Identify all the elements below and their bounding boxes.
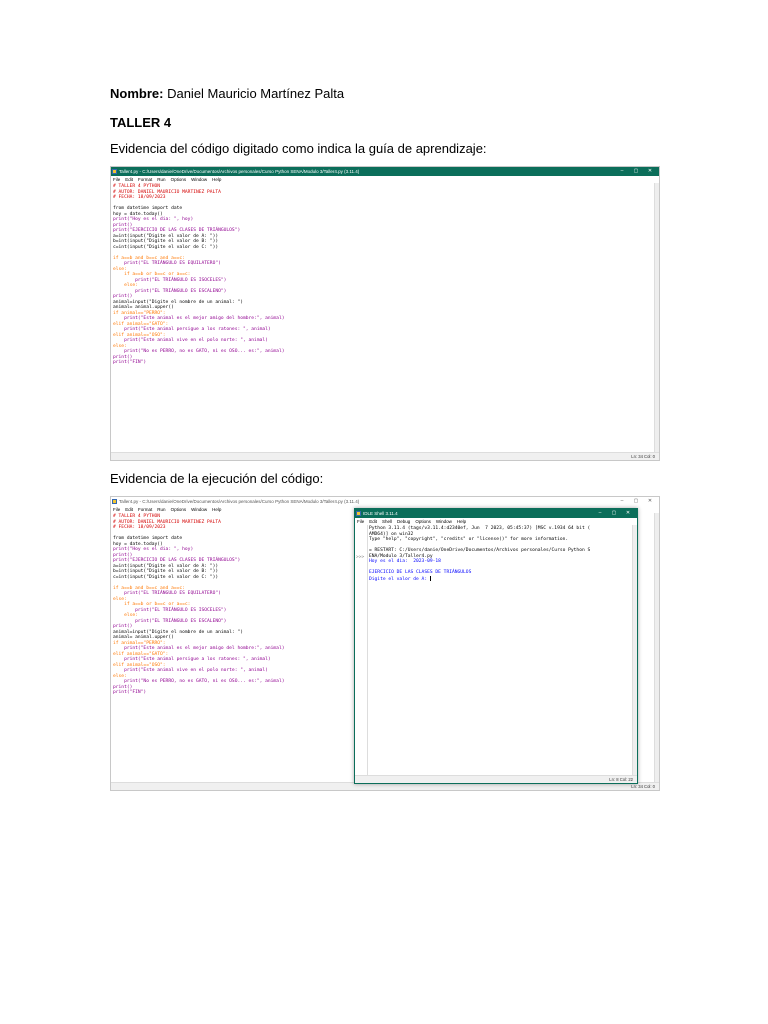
editor-code[interactable]: # TALLER 4 PYTHON # AUTOR: DANIEL MAURICI…	[111, 183, 659, 367]
maximize-button[interactable]: ▢	[607, 509, 621, 518]
editor-menu-file[interactable]: File	[113, 506, 120, 513]
shell-menu-options[interactable]: Options	[415, 518, 431, 525]
editor-menu-format[interactable]: Format	[138, 176, 152, 183]
maximize-button[interactable]: ▢	[629, 167, 643, 176]
editor-menu-options[interactable]: Options	[171, 506, 187, 513]
shell-scrollbar[interactable]	[632, 525, 637, 776]
editor-menu-run[interactable]: Run	[157, 506, 165, 513]
maximize-button[interactable]: ▢	[629, 497, 643, 506]
editor-statusbar: Ln: 34 Col: 0	[111, 452, 659, 460]
shell-line: Digite el valor de A:	[369, 575, 431, 582]
idle-shell-window: IDLE Shell 3.11.4 – ▢ ✕ File Edit Shell Deb…	[354, 508, 638, 784]
text-cursor	[429, 575, 431, 581]
editor-title: Taller4.py - C:/Users/danie/OneDrive/Doc…	[119, 499, 360, 504]
shell-menu-debug[interactable]: Debug	[397, 518, 410, 525]
editor-menu-window[interactable]: Window	[191, 506, 207, 513]
evidence-exec-heading: Evidencia de la ejecución del código:	[110, 471, 324, 486]
editor-screenshot: Taller4.py - C:/Users/danie/OneDrive/Doc…	[110, 166, 660, 461]
shell-titlebar: IDLE Shell 3.11.4 – ▢ ✕	[355, 509, 637, 518]
close-button[interactable]: ✕	[643, 167, 657, 176]
editor-menu-help[interactable]: Help	[212, 506, 221, 513]
shell-menu-edit[interactable]: Edit	[369, 518, 377, 525]
python-file-icon	[112, 169, 117, 174]
minimize-button[interactable]: –	[615, 497, 629, 506]
code-line: print("FIN")	[113, 360, 147, 365]
window-controls: – ▢ ✕	[615, 167, 657, 176]
shell-prompt-gutter: >>>	[355, 525, 368, 776]
shell-menubar: File Edit Shell Debug Options Window Help	[355, 518, 637, 525]
shell-menu-file[interactable]: File	[357, 518, 364, 525]
name-line: Nombre: Daniel Mauricio Martínez Palta	[110, 86, 344, 101]
editor-menu-file[interactable]: File	[113, 176, 120, 183]
minimize-button[interactable]: –	[593, 509, 607, 518]
close-button[interactable]: ✕	[643, 497, 657, 506]
name-label: Nombre:	[110, 86, 164, 101]
editor-menubar: File Edit Format Run Options Window Help	[111, 176, 659, 183]
editor-menu-format[interactable]: Format	[138, 506, 152, 513]
python-shell-icon	[356, 511, 361, 516]
editor-menu-run[interactable]: Run	[157, 176, 165, 183]
evidence-code-heading: Evidencia del código digitado como indic…	[110, 141, 487, 156]
close-button[interactable]: ✕	[621, 509, 635, 518]
shell-statusbar: Ln: 8 Col: 22	[355, 775, 637, 783]
shell-title: IDLE Shell 3.11.4	[363, 511, 398, 516]
editor-titlebar: Taller4.py - C:/Users/danie/OneDrive/Doc…	[111, 167, 659, 176]
shell-menu-shell[interactable]: Shell	[382, 518, 392, 525]
window-controls: – ▢ ✕	[615, 497, 657, 506]
editor-title: Taller4.py - C:/Users/danie/OneDrive/Doc…	[119, 169, 360, 174]
shell-output[interactable]: Python 3.11.4 (tags/v3.11.4:d2340ef, Jun…	[369, 526, 635, 582]
taller-title: TALLER 4	[110, 115, 172, 130]
shell-menu-window[interactable]: Window	[436, 518, 452, 525]
shell-prompt: >>>	[356, 555, 365, 560]
editor-menu-options[interactable]: Options	[171, 176, 187, 183]
editor-menu-help[interactable]: Help	[212, 176, 221, 183]
editor-titlebar: Taller4.py - C:/Users/danie/OneDrive/Doc…	[111, 497, 659, 506]
editor-menu-edit[interactable]: Edit	[125, 176, 133, 183]
python-file-icon	[112, 499, 117, 504]
window-controls: – ▢ ✕	[593, 509, 635, 518]
minimize-button[interactable]: –	[615, 167, 629, 176]
editor-scrollbar[interactable]	[654, 183, 659, 453]
editor-scrollbar[interactable]	[654, 513, 659, 783]
editor-menu-window[interactable]: Window	[191, 176, 207, 183]
name-value: Daniel Mauricio Martínez Palta	[167, 86, 345, 101]
shell-menu-help[interactable]: Help	[457, 518, 466, 525]
editor-menu-edit[interactable]: Edit	[125, 506, 133, 513]
